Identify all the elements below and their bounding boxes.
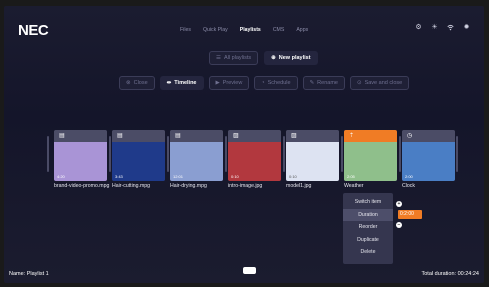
increment-icon[interactable]: + — [396, 201, 402, 207]
menu-delete[interactable]: Delete — [343, 246, 393, 259]
pencil-icon: ✎ — [309, 80, 315, 86]
tile-intro-image[interactable]: ▨ 0:10 — [228, 130, 281, 181]
top-icons: ⚙ ☀ ✹ — [415, 24, 470, 31]
timeline-icon: ⇹ — [166, 80, 172, 86]
save-and-close-button[interactable]: ⊙ Save and close — [349, 76, 410, 90]
tile-duration: 0:10 — [231, 174, 239, 179]
cog-icon[interactable]: ✹ — [463, 24, 470, 31]
plus-circle-icon: ⊕ — [271, 55, 276, 61]
tile-duration: 4:20 — [57, 174, 65, 179]
timeline-divider[interactable] — [225, 136, 227, 172]
menu-switch-item[interactable]: Switch item — [343, 196, 393, 209]
context-menu: Switch item Duration Reorder Duplicate D… — [343, 193, 393, 264]
total-duration: Total duration: 00:24:24 — [421, 271, 480, 277]
duration-input[interactable]: 0:2:00 — [398, 210, 422, 219]
tile-label: Hair-cutting.mpg — [112, 183, 151, 189]
video-icon: ▤ — [117, 133, 123, 139]
list-icon: ☰ — [216, 55, 221, 61]
nav-cms[interactable]: CMS — [273, 27, 285, 33]
save-icon: ⊙ — [356, 80, 362, 86]
top-navigation: Files Quick Play Playlists CMS Apps — [180, 27, 308, 33]
tile-weather[interactable]: ⇡ 2:05 — [344, 130, 397, 181]
timeline-divider[interactable] — [283, 136, 285, 172]
tile-brand-video-promo[interactable]: ▤ 4:20 — [54, 130, 107, 181]
sun-icon[interactable]: ☀ — [431, 24, 438, 31]
tile-label: Clock — [402, 183, 415, 189]
tile-duration: 2:00 — [405, 174, 413, 179]
footer: Name: Playlist 1 Total duration: 00:24:2… — [4, 267, 484, 283]
tile-label: brand-video-promo.mpg — [54, 183, 110, 189]
menu-duration[interactable]: Duration — [343, 208, 393, 221]
tile-label: intro-image.jpg — [228, 183, 263, 189]
tile-hair-drying[interactable]: ▤ 12:01 — [170, 130, 223, 181]
tile-clock[interactable]: ◷ 2:00 — [402, 130, 455, 181]
tile-hair-cutting[interactable]: ▤ 3:43 — [112, 130, 165, 181]
playlist-controls: ☰ All playlists ⊕ New playlist — [209, 51, 318, 65]
menu-reorder[interactable]: Reorder — [343, 221, 393, 234]
image-icon: ▨ — [291, 133, 297, 139]
timeline-divider[interactable] — [341, 136, 343, 172]
schedule-button[interactable]: ◔ Schedule — [254, 76, 298, 90]
wifi-icon[interactable] — [447, 24, 454, 31]
tile-duration: 12:01 — [173, 174, 184, 179]
close-circle-icon: ⊗ — [126, 80, 131, 86]
tile-duration: 0:10 — [289, 174, 297, 179]
tile-model1[interactable]: ▨ 0:10 — [286, 130, 339, 181]
nav-quick-play[interactable]: Quick Play — [203, 27, 228, 33]
close-button[interactable]: ⊗ Close — [119, 76, 155, 90]
app-icon: ⇡ — [349, 133, 355, 139]
clock-icon: ◷ — [407, 133, 413, 139]
rename-button[interactable]: ✎ Rename — [302, 76, 345, 90]
tile-label: Hair-drying.mpg — [170, 183, 207, 189]
tile-duration: 3:43 — [115, 174, 123, 179]
settings-gear-icon[interactable]: ⚙ — [415, 24, 422, 31]
nav-apps[interactable]: Apps — [296, 27, 308, 33]
nec-logo: NEC — [18, 22, 49, 39]
timeline-divider[interactable] — [167, 136, 169, 172]
timeline-button[interactable]: ⇹ Timeline — [159, 76, 204, 90]
video-icon: ▤ — [175, 133, 181, 139]
tile-label: Weather — [344, 183, 364, 189]
video-icon: ▤ — [59, 133, 65, 139]
timeline-divider[interactable] — [47, 136, 49, 172]
preview-button[interactable]: ▶ Preview — [208, 76, 250, 90]
clock-icon: ◔ — [261, 80, 265, 86]
timeline-divider[interactable] — [399, 136, 401, 172]
new-playlist-button[interactable]: ⊕ New playlist — [264, 51, 318, 65]
image-icon: ▨ — [233, 133, 239, 139]
tile-duration: 2:05 — [347, 174, 355, 179]
timeline-divider[interactable] — [109, 136, 111, 172]
nav-playlists[interactable]: Playlists — [240, 27, 261, 33]
menu-duplicate[interactable]: Duplicate — [343, 234, 393, 247]
app-frame: NEC Files Quick Play Playlists CMS Apps … — [4, 6, 484, 283]
timeline-divider[interactable] — [456, 136, 458, 172]
editor-toolbar: ⊗ Close ⇹ Timeline ▶ Preview ◔ Schedule … — [119, 76, 410, 90]
tile-label: model1.jpg — [286, 183, 312, 189]
decrement-icon[interactable]: − — [396, 222, 402, 228]
nav-files[interactable]: Files — [180, 27, 191, 33]
drag-handle[interactable] — [243, 267, 256, 274]
play-icon: ▶ — [215, 80, 220, 86]
all-playlists-button[interactable]: ☰ All playlists — [209, 51, 259, 65]
playlist-name: Name: Playlist 1 — [9, 271, 49, 277]
